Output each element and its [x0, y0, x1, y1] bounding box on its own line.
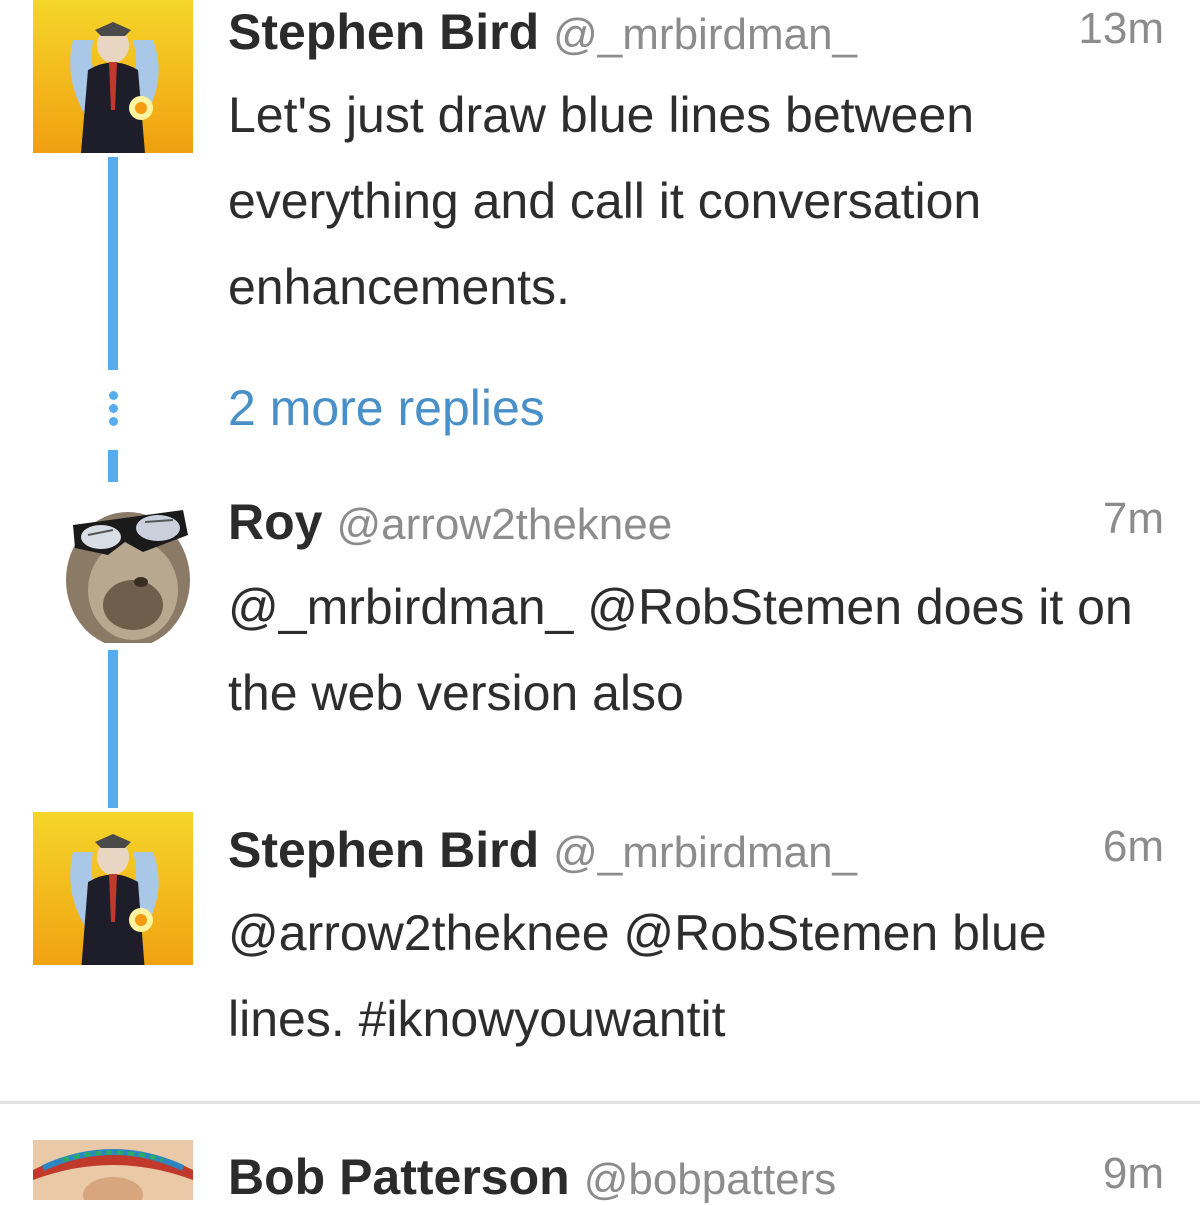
tweet-author-name[interactable]: Stephen Bird: [228, 822, 539, 878]
thread-gap-dot: [109, 391, 118, 400]
tweet-text-line: Let's just draw blue lines between: [228, 87, 975, 143]
avatar[interactable]: [33, 0, 193, 153]
timeline-divider: [0, 1101, 1200, 1104]
tweet-author-handle[interactable]: @_mrbirdman_: [553, 828, 857, 877]
tweet-text-line: everything and call it conversation: [228, 173, 982, 229]
tweet-text: @_mrbirdman_ @RobStemen does it on the w…: [228, 564, 1178, 736]
tweet-time: 6m: [1102, 822, 1164, 871]
thread-gap-dot: [109, 417, 118, 426]
thread-line: [108, 157, 118, 370]
tweet-text-line: enhancements.: [228, 259, 570, 315]
sombrero-man-avatar-icon: [33, 1140, 193, 1200]
tweet-time: 9m: [1102, 1149, 1164, 1198]
avatar[interactable]: [33, 490, 193, 643]
tweet-author-name[interactable]: Bob Patterson: [228, 1149, 570, 1205]
avatar[interactable]: [33, 1140, 193, 1200]
tweet-author-handle[interactable]: @bobpatters: [584, 1155, 837, 1204]
tweet-text-line: @_mrbirdman_ @RobStemen does it on: [228, 579, 1133, 635]
tweet-text-line: the web version also: [228, 665, 684, 721]
tweet-author-handle[interactable]: @_mrbirdman_: [553, 10, 857, 59]
tweet-author-name[interactable]: Roy: [228, 494, 322, 550]
thread-line: [108, 450, 118, 482]
bird-man-avatar-icon: [33, 0, 193, 153]
sloth-sunglasses-avatar-icon: [33, 490, 193, 643]
tweet-text-line: @arrow2theknee @RobStemen blue: [228, 905, 1047, 961]
tweet-text-line: lines. #iknowyouwantit: [228, 991, 726, 1047]
tweet-time: 13m: [1078, 4, 1164, 53]
tweet-author-name[interactable]: Stephen Bird: [228, 4, 539, 60]
tweet-text: @arrow2theknee @RobStemen blue lines. #i…: [228, 890, 1178, 1062]
more-replies-link[interactable]: 2 more replies: [228, 383, 545, 433]
thread-gap-dot: [109, 404, 118, 413]
tweet-time: 7m: [1102, 494, 1164, 543]
avatar[interactable]: [33, 812, 193, 965]
tweet-author-handle[interactable]: @arrow2theknee: [336, 500, 672, 549]
bird-man-avatar-icon: [33, 812, 193, 965]
thread-line: [108, 650, 118, 808]
tweet-text: Let's just draw blue lines between every…: [228, 72, 1178, 330]
